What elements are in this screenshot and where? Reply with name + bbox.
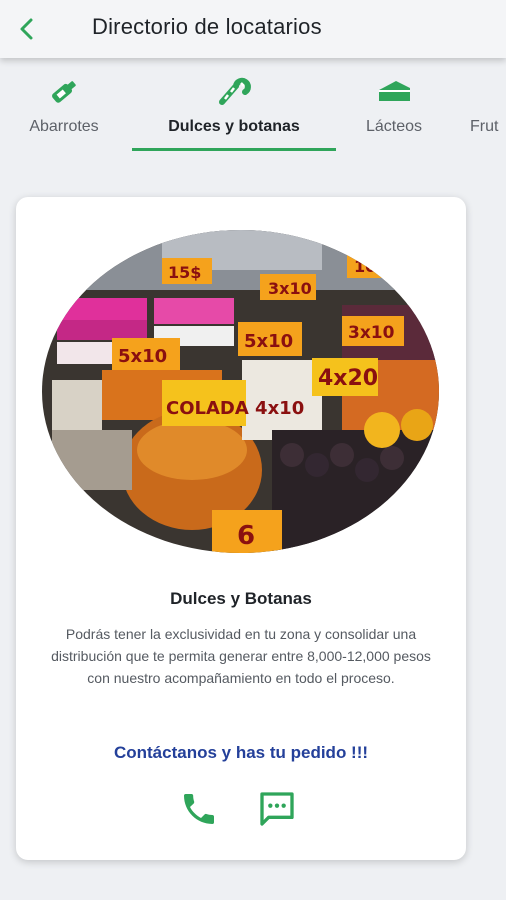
phone-icon <box>184 794 214 824</box>
tab-dulces-y-botanas[interactable]: Dulces y botanas <box>140 70 328 152</box>
market-scene-image: 15$ 3x10 10 5x10 3x10 4x20 5x10 COLADA 4… <box>42 230 439 553</box>
candy-stall-photo: 15$ 3x10 10 5x10 3x10 4x20 5x10 COLADA 4… <box>42 230 439 553</box>
svg-text:5x10: 5x10 <box>118 346 167 367</box>
back-button[interactable] <box>12 14 42 44</box>
tab-frutas[interactable]: Frut <box>470 70 506 152</box>
tab-lacteos[interactable]: Lácteos <box>352 70 436 152</box>
contact-actions <box>176 787 306 831</box>
tab-label: Frut <box>470 118 499 135</box>
tenant-card: 15$ 3x10 10 5x10 3x10 4x20 5x10 COLADA 4… <box>16 197 466 860</box>
page-title: Directorio de locatarios <box>92 14 322 39</box>
candy-cane-icon <box>219 77 251 105</box>
svg-text:3x10: 3x10 <box>268 279 312 298</box>
svg-text:5x10: 5x10 <box>244 331 293 352</box>
category-tabs: Abarrotes Dulces y botanas Lácteos Frut <box>0 70 506 152</box>
arrow-back-icon <box>20 18 33 40</box>
svg-text:COLADA 4x10: COLADA 4x10 <box>166 398 304 419</box>
bottle-icon <box>52 81 76 103</box>
card-description: Podrás tener la exclusividad en tu zona … <box>51 626 431 686</box>
tab-label: Abarrotes <box>29 118 99 135</box>
active-tab-indicator <box>132 148 336 151</box>
svg-text:10: 10 <box>354 257 376 276</box>
svg-text:6: 6 <box>237 521 255 551</box>
chat-message-icon <box>260 792 294 826</box>
contact-call-to-action[interactable]: Contáctanos y has tu pedido !!! <box>16 743 466 763</box>
tab-label: Lácteos <box>365 118 423 135</box>
svg-text:4x20: 4x20 <box>318 366 378 391</box>
svg-text:3x10: 3x10 <box>348 323 395 343</box>
call-button[interactable] <box>176 787 222 831</box>
svg-text:15$: 15$ <box>168 263 201 282</box>
cheese-icon <box>379 81 410 101</box>
message-button[interactable] <box>254 787 300 831</box>
card-title: Dulces y Botanas <box>170 589 312 608</box>
tab-abarrotes[interactable]: Abarrotes <box>14 70 114 152</box>
tab-label: Dulces y botanas <box>168 118 300 135</box>
app-bar: Directorio de locatarios <box>0 0 506 58</box>
